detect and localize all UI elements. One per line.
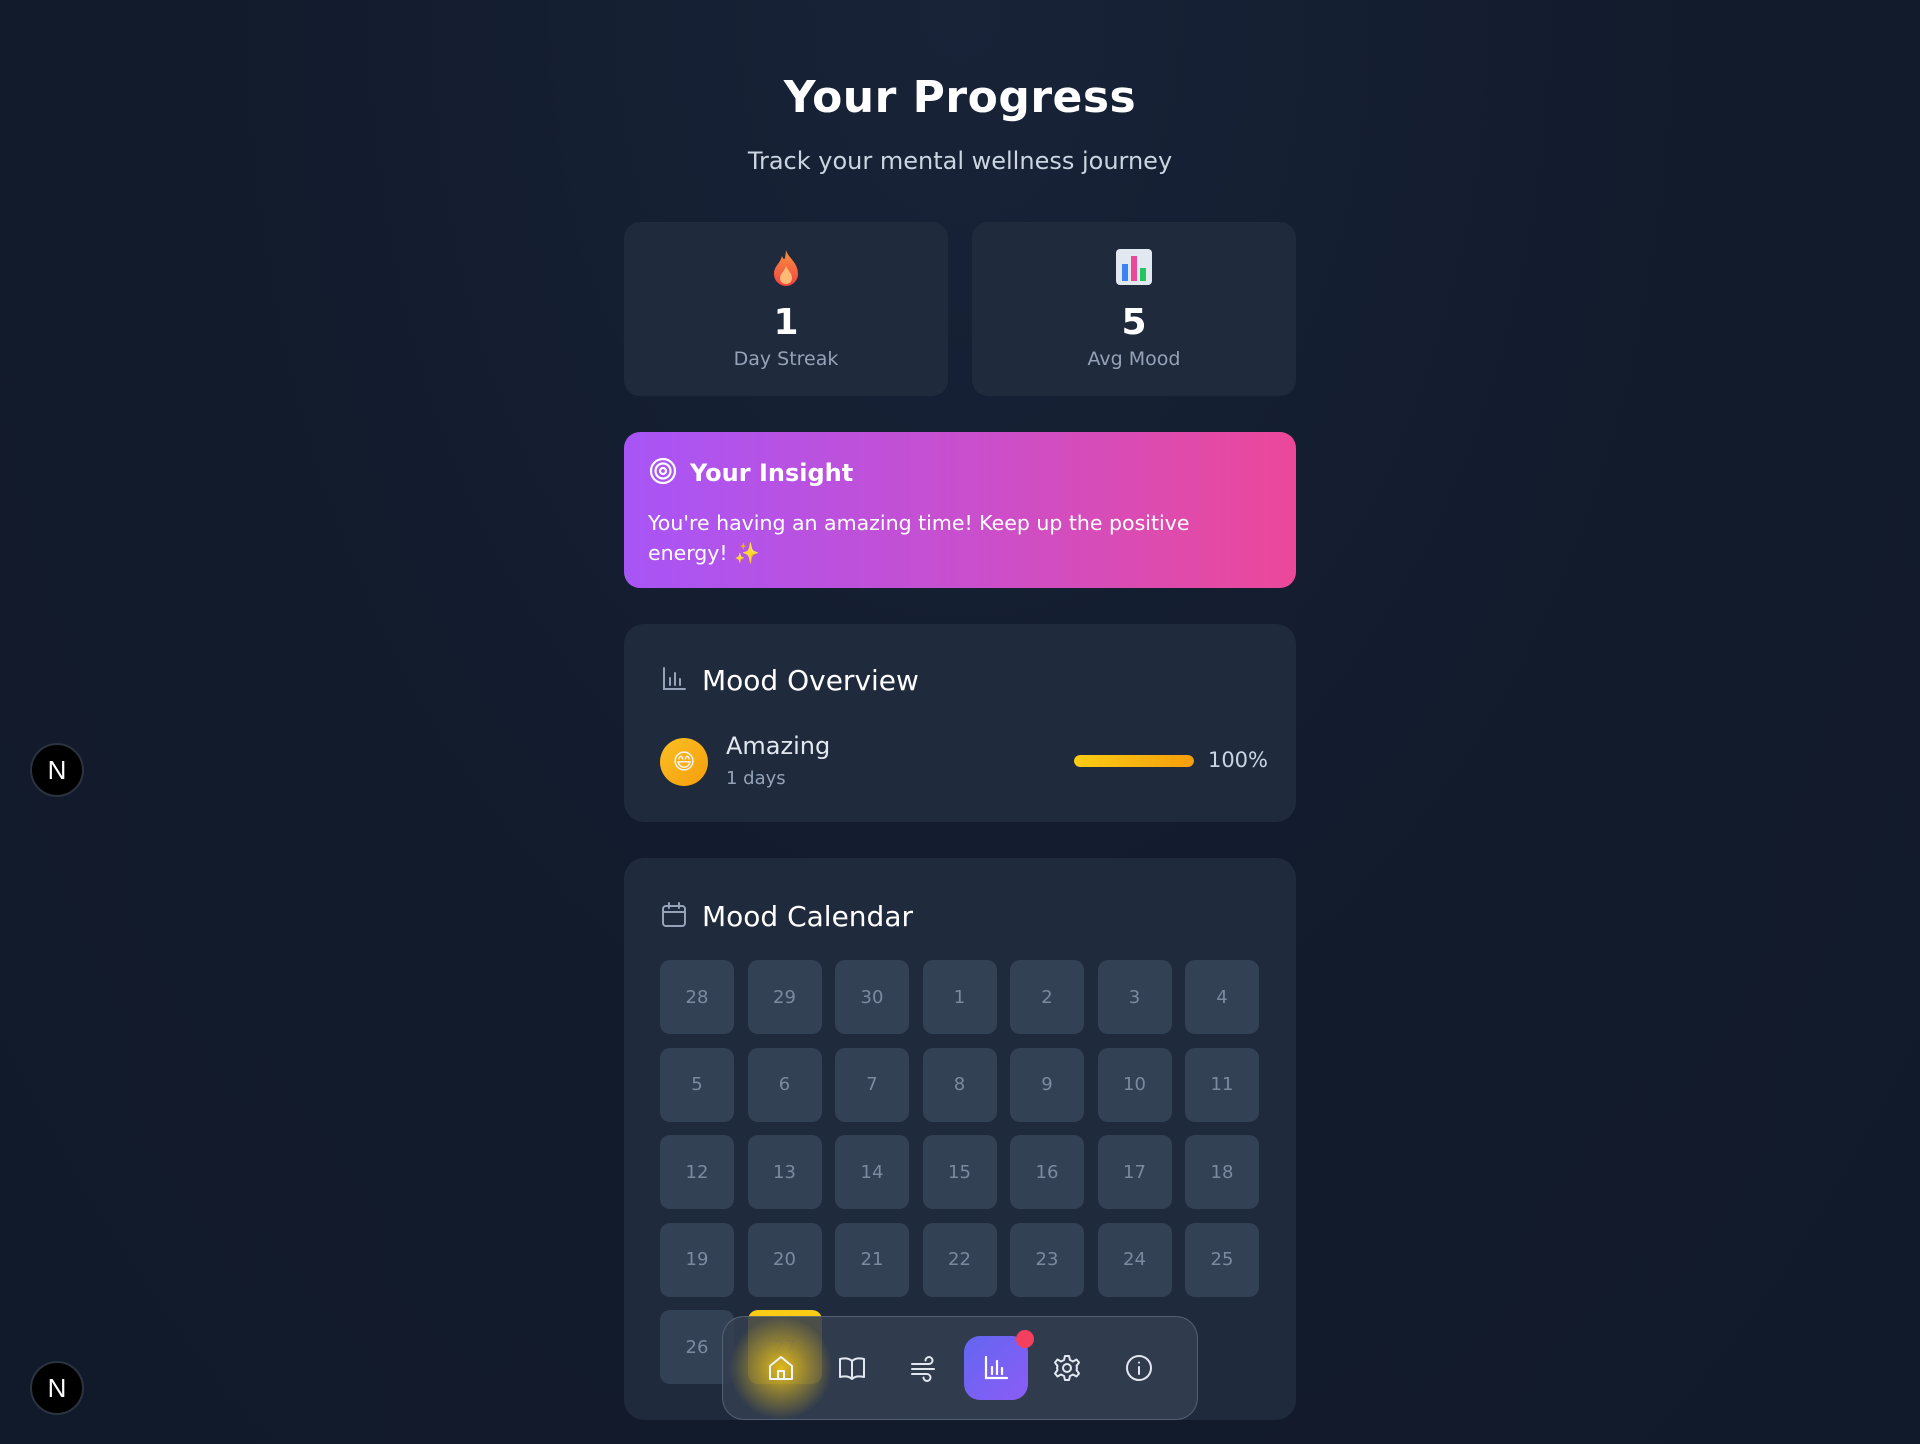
mood-percent: 100%	[1207, 748, 1268, 772]
mood-name: Amazing	[726, 732, 831, 760]
nav-home-button[interactable]	[728, 1316, 833, 1420]
dev-tools-badge[interactable]: N	[30, 743, 84, 797]
calendar-day[interactable]: 25	[1185, 1222, 1259, 1297]
calendar-day[interactable]: 22	[922, 1222, 997, 1297]
journal-icon	[839, 1357, 866, 1380]
avg-mood-card: 5 Avg Mood	[972, 222, 1296, 396]
calendar-day[interactable]: 29	[747, 960, 822, 1034]
mood-progress-fill	[1074, 755, 1194, 767]
amazing-emoji-icon: 😄	[660, 738, 708, 786]
notification-dot	[1015, 1330, 1034, 1348]
avg-mood-value: 5	[1121, 302, 1147, 343]
streak-card: 1 Day Streak	[624, 222, 948, 396]
mood-overview-title: Mood Overview	[702, 664, 919, 697]
breathe-icon	[911, 1356, 936, 1382]
calendar-day[interactable]: 12	[660, 1135, 734, 1209]
calendar-day[interactable]: 11	[1185, 1047, 1259, 1122]
calendar-day[interactable]: 21	[835, 1222, 909, 1297]
mood-progress-bar	[1074, 755, 1194, 767]
mood-calendar-title: Mood Calendar	[702, 900, 913, 933]
insight-title: Your Insight	[690, 459, 854, 487]
calendar-day[interactable]: 8	[922, 1047, 997, 1122]
bottom-nav	[722, 1316, 1198, 1420]
calendar-day[interactable]: 7	[835, 1047, 909, 1122]
info-icon	[1126, 1355, 1153, 1381]
calendar-day[interactable]: 24	[1097, 1222, 1172, 1297]
calendar-day[interactable]: 3	[1097, 960, 1172, 1034]
page-header: Your Progress Track your mental wellness…	[0, 72, 1920, 175]
mood-entry-amazing: 😄 Amazing 1 days 100%	[660, 730, 1268, 796]
calendar-day[interactable]: 10	[1097, 1047, 1172, 1122]
nav-breathe-button[interactable]	[892, 1336, 956, 1400]
calendar-day[interactable]: 16	[1010, 1135, 1084, 1209]
mood-days: 1 days	[726, 768, 786, 789]
stats-icon	[984, 1355, 1008, 1380]
calendar-day[interactable]: 6	[747, 1047, 822, 1122]
flame-icon	[624, 248, 948, 288]
nav-info-button[interactable]	[1107, 1336, 1171, 1400]
calendar-day[interactable]: 30	[835, 960, 909, 1034]
mood-overview-panel: Mood Overview 😄 Amazing 1 days 100%	[624, 624, 1296, 822]
avg-mood-label: Avg Mood	[1087, 348, 1181, 370]
calendar-day[interactable]: 23	[1010, 1222, 1084, 1297]
calendar-day[interactable]: 20	[747, 1222, 822, 1297]
dev-tools-badge[interactable]: N	[30, 1361, 84, 1415]
calendar-day[interactable]: 1	[922, 960, 997, 1034]
page-title: Your Progress	[783, 72, 1137, 123]
insight-card: Your Insight You're having an amazing ti…	[624, 432, 1296, 588]
streak-value: 1	[773, 302, 799, 343]
nav-journal-button[interactable]	[820, 1336, 884, 1400]
calendar-day[interactable]: 19	[660, 1222, 734, 1297]
page-subtitle: Track your mental wellness journey	[747, 147, 1173, 175]
calendar-day[interactable]: 15	[922, 1135, 997, 1209]
calendar-day[interactable]: 5	[660, 1047, 734, 1122]
insight-text: You're having an amazing time! Keep up t…	[648, 511, 1190, 565]
calendar-day[interactable]: 9	[1010, 1047, 1084, 1122]
streak-label: Day Streak	[733, 348, 839, 370]
nav-settings-button[interactable]	[1035, 1336, 1099, 1400]
calendar-day[interactable]: 4	[1185, 960, 1259, 1034]
calendar-day[interactable]: 13	[747, 1135, 822, 1209]
bar-chart-icon	[972, 248, 1296, 288]
nav-stats-button[interactable]	[963, 1330, 1034, 1400]
calendar-day[interactable]: 18	[1185, 1135, 1259, 1209]
settings-icon	[1054, 1355, 1081, 1381]
bar-chart-icon	[660, 665, 688, 697]
target-icon	[648, 456, 678, 490]
calendar-icon	[660, 901, 688, 933]
calendar-day[interactable]: 17	[1097, 1135, 1172, 1209]
calendar-day[interactable]: 28	[660, 960, 734, 1034]
home-icon	[768, 1356, 793, 1380]
calendar-day[interactable]: 2	[1010, 960, 1084, 1034]
calendar-day[interactable]: 14	[835, 1135, 909, 1209]
